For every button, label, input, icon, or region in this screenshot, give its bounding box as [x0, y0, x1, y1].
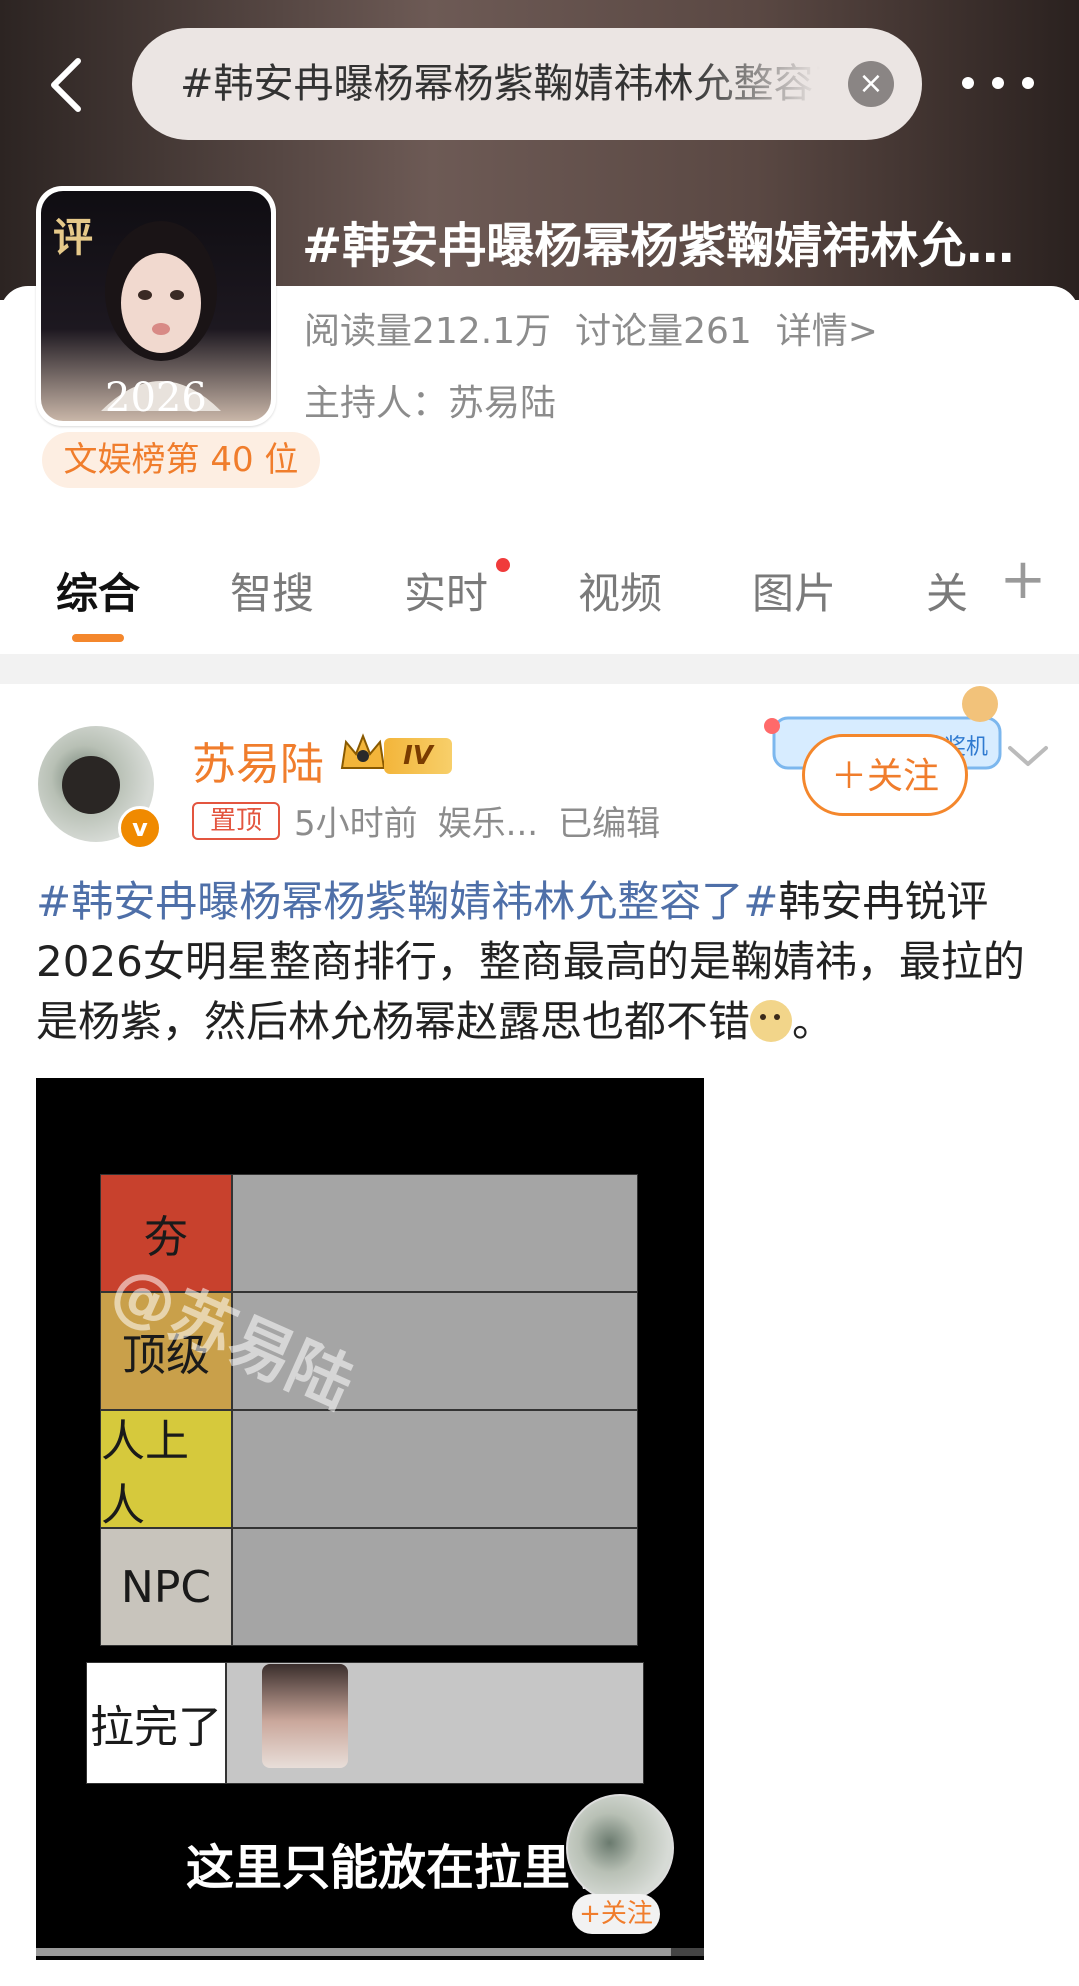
new-indicator-dot [496, 558, 510, 572]
pinned-tag: 置顶 [192, 802, 280, 840]
verified-badge-icon: v [118, 806, 162, 850]
back-arrow-icon [51, 58, 81, 112]
cover-picture: 评 2026 [41, 191, 271, 421]
username[interactable]: 苏易陆 [192, 728, 324, 792]
search-input[interactable]: #韩安冉曝杨幂杨紫鞠婧祎林允整容了 [180, 28, 820, 140]
tab-follow[interactable]: 关 [926, 560, 968, 621]
topic-title: #韩安冉曝杨幂杨紫鞠婧祎林允整容了# [302, 218, 1032, 274]
tab-pictures[interactable]: 图片 [752, 560, 836, 621]
discussion-count: 讨论量261 [575, 311, 752, 352]
details-link[interactable]: 详情> [776, 311, 878, 352]
post-body-end: 。 [792, 997, 835, 1046]
doge-emoji-icon [750, 1000, 793, 1042]
post-text: #韩安冉曝杨幂杨紫鞠婧祎林允整容了#韩安冉锐评2026女明星整商排行，整商最高的… [36, 872, 1046, 1052]
dot [962, 77, 974, 89]
tier-row [232, 1174, 638, 1292]
read-count: 阅读量212.1万 [304, 311, 552, 352]
plus-icon[interactable]: + [998, 550, 1048, 610]
post-source: 娱乐... [437, 804, 539, 844]
close-icon[interactable]: × [848, 61, 894, 107]
tier-row [232, 1410, 638, 1528]
tab-video[interactable]: 视频 [578, 560, 662, 621]
post-time: 5小时前 [294, 804, 418, 844]
avatar-figure [62, 756, 120, 814]
topic-host[interactable]: 主持人：苏易陆 [304, 374, 556, 426]
tier-label: 人上人 [100, 1410, 232, 1531]
chevron-down-icon[interactable] [1004, 736, 1052, 776]
topic-cover-image[interactable]: 评 2026 [36, 186, 276, 426]
back-button[interactable] [40, 52, 92, 118]
rank-badge[interactable]: 文娱榜第 40 位 [42, 432, 320, 488]
tier-label: NPC [100, 1528, 232, 1646]
search-bar[interactable]: #韩安冉曝杨幂杨紫鞠婧祎林允整容了 × [132, 28, 922, 140]
tier-row [232, 1528, 638, 1646]
crown-icon [340, 733, 386, 769]
image-avatar [566, 1794, 674, 1902]
video-progress-fill [36, 1948, 671, 1956]
image-follow-label: +关注 [572, 1894, 660, 1934]
active-tab-indicator [72, 634, 124, 642]
edited-label: 已编辑 [558, 804, 661, 844]
video-progress-bar[interactable] [36, 1948, 704, 1956]
post-image[interactable]: 夯 顶级 人上人 NPC 拉完了 @苏易陆 这里只能放在拉里了 +关注 [36, 1078, 704, 1960]
more-dots-icon[interactable] [962, 60, 1034, 106]
hashtag-link[interactable]: #韩安冉曝杨幂杨紫鞠婧祎林允整容了# [36, 877, 778, 926]
topic-stats: 阅读量212.1万 讨论量261 详情> [304, 302, 902, 354]
tier-item-thumbnail [262, 1664, 348, 1768]
tab-comprehensive[interactable]: 综合 [56, 560, 140, 621]
dot [1022, 77, 1034, 89]
tab-bar: 综合 智搜 实时 视频 图片 关 + [0, 550, 1079, 654]
dot [992, 77, 1004, 89]
image-caption: 这里只能放在拉里了 [186, 1840, 619, 1896]
tab-smart-search[interactable]: 智搜 [230, 560, 314, 621]
section-divider [0, 654, 1079, 684]
level-badge: IV [384, 738, 452, 774]
post-meta: 5小时前 娱乐... 已编辑 [294, 796, 680, 845]
tab-realtime[interactable]: 实时 [404, 560, 488, 621]
cover-year: 2026 [105, 375, 207, 421]
tier-label: 拉完了 [86, 1662, 226, 1784]
follow-button[interactable]: ＋关注 [802, 734, 968, 816]
